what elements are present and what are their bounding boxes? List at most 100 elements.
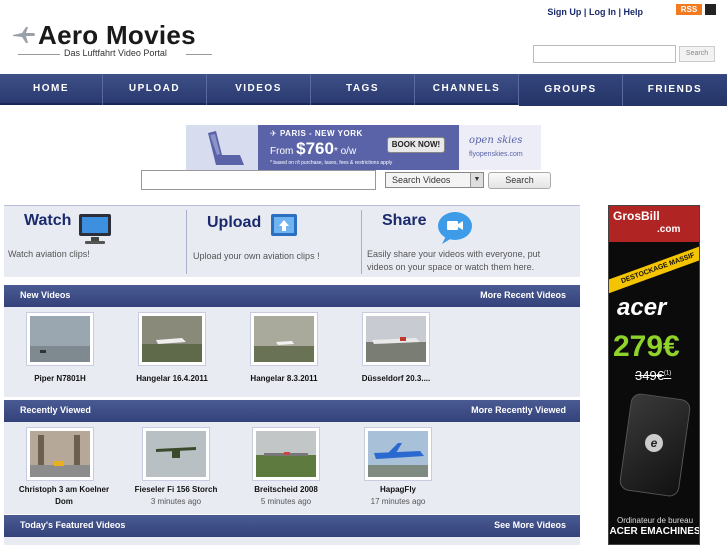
feature-share[interactable]: Share Easily share your videos with ever…	[362, 206, 580, 278]
search-type-value: Search Videos	[392, 175, 451, 185]
new-videos-header: New Videos More Recent Videos	[4, 285, 580, 307]
nav-home[interactable]: HOME	[0, 74, 103, 105]
feature-desc: Upload your own aviation clips !	[193, 251, 320, 261]
video-thumbnail-image	[254, 316, 314, 362]
ad-ribbon: DESTOCKAGE MASSIF	[609, 243, 699, 294]
ad-product-brand: acer	[617, 294, 667, 321]
banner-price-prefix: From	[270, 146, 294, 157]
nav-channels[interactable]: CHANNELS	[415, 74, 519, 105]
featured-videos-header: Today's Featured Videos See More Videos	[4, 515, 580, 537]
section-title: Today's Featured Videos	[20, 520, 126, 530]
video-thumbnail[interactable]	[142, 427, 210, 481]
section-title: Recently Viewed	[20, 405, 91, 415]
nav-friends[interactable]: FRIENDS	[623, 75, 727, 106]
video-title[interactable]: Hangelar 16.4.2011	[117, 373, 227, 385]
airline-seat-image	[186, 125, 258, 170]
banner-route: PARIS - NEW YORK	[279, 129, 363, 138]
side-ad[interactable]: GrosBill .com DESTOCKAGE MASSIF acer 279…	[608, 205, 700, 545]
header-search-button[interactable]: Search	[679, 46, 715, 62]
video-title[interactable]: Christoph 3 am Koelner Dom	[9, 484, 119, 508]
video-title[interactable]: Hangelar 8.3.2011	[229, 373, 339, 385]
banner-ad[interactable]: ✈ PARIS - NEW YORK From $760* o/w * base…	[186, 125, 541, 170]
video-thumbnail[interactable]	[252, 427, 320, 481]
featured-videos-list	[4, 537, 580, 545]
divider	[18, 54, 60, 55]
search-button[interactable]: Search	[488, 172, 551, 189]
video-thumbnail[interactable]	[138, 312, 206, 366]
help-link[interactable]: Help	[623, 7, 643, 17]
ad-brand-suffix: .com	[657, 224, 681, 235]
video-thumbnail[interactable]	[26, 427, 94, 481]
ad-caption: Ordinateur de bureau	[616, 516, 694, 525]
video-timestamp: 5 minutes ago	[260, 497, 312, 506]
monitor-icon	[79, 214, 111, 244]
feature-desc: Easily share your videos with everyone, …	[367, 249, 541, 272]
feature-title: Share	[382, 212, 427, 229]
main-nav: HOME UPLOAD VIDEOS TAGS CHANNELS GROUPS …	[0, 74, 727, 106]
banner-offer: ✈ PARIS - NEW YORK From $760* o/w * base…	[270, 129, 393, 166]
feature-upload[interactable]: Upload Upload your own aviation clips !	[187, 206, 361, 278]
video-thumbnail-image	[30, 431, 90, 477]
more-recently-viewed-link[interactable]: More Recently Viewed	[471, 400, 566, 420]
ad-old-price-note: (1)	[663, 370, 672, 377]
video-title[interactable]: Breitscheid 2008	[231, 484, 341, 496]
feature-title: Upload	[207, 214, 262, 231]
logo-title: Aero Movies	[38, 20, 196, 50]
video-thumbnail-image	[366, 316, 426, 362]
video-title[interactable]: Fieseler Fi 156 Storch	[121, 484, 231, 496]
search-type-select[interactable]: Search Videos ▼	[385, 172, 484, 188]
emachines-logo-icon: e	[645, 434, 663, 452]
ad-price: 279€	[613, 330, 680, 363]
ad-brand: GrosBill	[613, 209, 660, 223]
feature-title: Watch	[24, 212, 72, 229]
chat-bubble-icon	[438, 212, 472, 244]
feature-watch[interactable]: Watch Watch aviation clips!	[4, 206, 186, 278]
video-thumbnail-image	[30, 316, 90, 362]
video-title[interactable]: Düsseldorf 20.3....	[341, 373, 451, 385]
recently-viewed-list: Christoph 3 am Koelner Dom Fieseler Fi 1…	[4, 422, 580, 514]
grosbill-logo: GrosBill .com	[609, 206, 699, 242]
more-recent-videos-link[interactable]: More Recent Videos	[480, 285, 566, 305]
banner-brand: open skies	[469, 135, 523, 146]
rss-button[interactable]: RSS	[676, 4, 702, 15]
upload-icon	[271, 214, 297, 236]
video-thumbnail[interactable]	[362, 312, 430, 366]
ad-old-price: 349€	[635, 368, 664, 383]
video-title[interactable]: HapagFly	[343, 484, 453, 496]
ad-product-name: ACER EMACHINES	[609, 526, 700, 537]
chevron-down-icon: ▼	[470, 173, 483, 187]
openskies-logo: open skies flyopenskies.com	[459, 125, 541, 170]
video-thumbnail[interactable]	[250, 312, 318, 366]
video-timestamp: 3 minutes ago	[150, 497, 202, 506]
log-in-link[interactable]: Log In	[589, 7, 616, 17]
recently-viewed-header: Recently Viewed More Recently Viewed	[4, 400, 580, 422]
site-logo[interactable]: Aero Movies Das Luftfahrt Video Portal	[12, 20, 212, 64]
video-thumbnail-image	[142, 316, 202, 362]
nav-groups[interactable]: GROUPS	[519, 75, 623, 106]
video-thumbnail[interactable]	[364, 427, 432, 481]
sign-up-link[interactable]: Sign Up	[547, 7, 581, 17]
airplane-icon	[13, 27, 35, 43]
nav-videos[interactable]: VIDEOS	[207, 74, 311, 105]
feed-icon[interactable]	[705, 4, 716, 15]
account-links: Sign Up | Log In | Help	[547, 7, 643, 17]
video-timestamp: 17 minutes ago	[370, 497, 426, 506]
book-now-button[interactable]: BOOK NOW!	[387, 137, 445, 153]
nav-tags[interactable]: TAGS	[311, 74, 415, 105]
video-thumbnail-image	[368, 431, 428, 477]
video-title[interactable]: Piper N7801H	[5, 373, 115, 385]
see-more-videos-link[interactable]: See More Videos	[494, 515, 566, 535]
banner-url: flyopenskies.com	[469, 151, 523, 158]
site-tagline: Das Luftfahrt Video Portal	[64, 48, 167, 58]
banner-price: $760	[296, 139, 334, 158]
section-title: New Videos	[20, 290, 71, 300]
video-thumbnail[interactable]	[26, 312, 94, 366]
new-videos-list: Piper N7801H Hangelar 16.4.2011 Hangelar…	[4, 307, 580, 397]
feature-panel: Watch Watch aviation clips! Upload Uploa…	[4, 205, 580, 277]
header-search-input[interactable]	[533, 45, 676, 63]
video-thumbnail-image	[256, 431, 316, 477]
nav-upload[interactable]: UPLOAD	[103, 74, 207, 105]
banner-price-suffix: * o/w	[333, 146, 357, 157]
video-search-input[interactable]	[141, 170, 376, 190]
banner-fine-print: * based on r/t purchase, taxes, fees & r…	[270, 160, 393, 166]
